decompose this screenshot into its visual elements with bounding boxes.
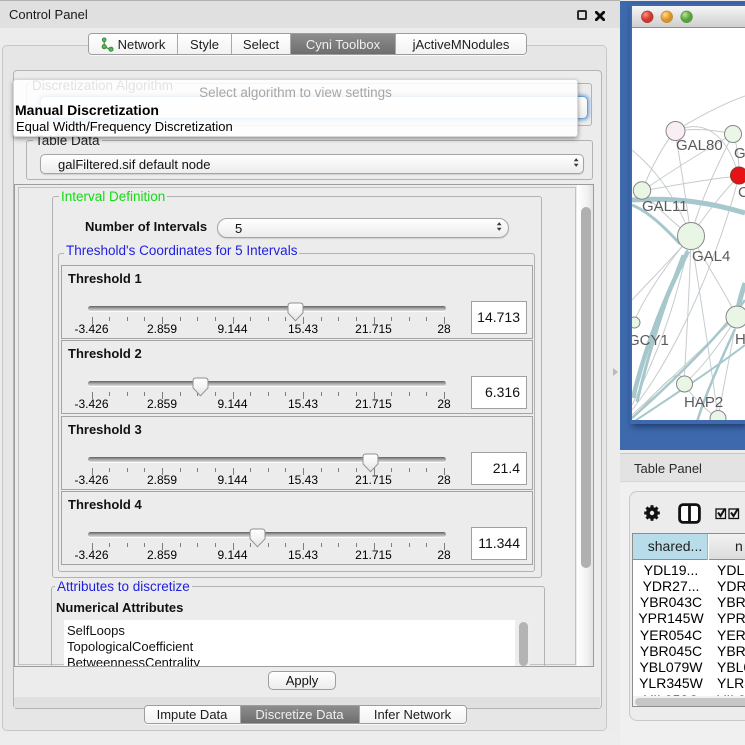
svg-text:H: H <box>735 331 745 348</box>
svg-text:C: C <box>738 184 745 201</box>
svg-text:GAL11: GAL11 <box>642 198 688 215</box>
svg-text:HAP2: HAP2 <box>684 394 723 411</box>
svg-text:GAL4: GAL4 <box>692 248 730 265</box>
svg-text:GA: GA <box>734 145 745 162</box>
svg-text:GCY1: GCY1 <box>632 332 669 349</box>
svg-text:GAL80: GAL80 <box>676 137 723 154</box>
